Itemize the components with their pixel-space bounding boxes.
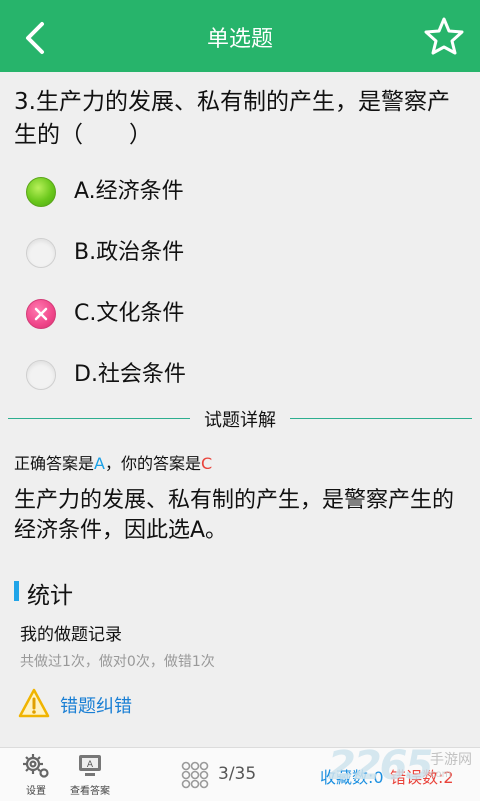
record-detail: 共做过1次，做对0次，做错1次	[20, 654, 215, 670]
explanation-heading: 试题详解	[0, 406, 480, 432]
option-label: D.社会条件	[74, 362, 186, 387]
watermark-url: com	[430, 769, 452, 780]
progress-text: 3/35	[218, 764, 257, 784]
question-text: 3.生产力的发展、私有制的产生，是警察产生的（ ）	[14, 89, 450, 148]
option-label: C.文化条件	[74, 301, 185, 326]
user-answer: C	[200, 454, 213, 473]
favorite-button[interactable]	[424, 16, 464, 56]
option-d[interactable]: D.社会条件	[26, 355, 466, 395]
stats-accent-bar	[14, 581, 19, 601]
warning-icon	[18, 688, 50, 718]
settings-label: 设置	[26, 786, 46, 797]
option-a[interactable]: A.经济条件	[26, 172, 466, 212]
top-app-bar: 单选题	[0, 0, 480, 72]
correct-answer: A	[94, 454, 105, 473]
option-c[interactable]: C.文化条件	[26, 294, 466, 334]
explanation-text: 生产力的发展、私有制的产生，是警察产生的经济条件，因此选A。	[14, 488, 455, 543]
gear-icon	[23, 754, 49, 778]
report-error-label: 错题纠错	[60, 696, 132, 717]
option-b[interactable]: B.政治条件	[26, 233, 466, 273]
option-label: B.政治条件	[74, 240, 185, 265]
watermark-name: 手游网	[430, 752, 472, 768]
page-title: 单选题	[206, 27, 273, 52]
radio-empty-icon	[26, 238, 56, 268]
answer-screen-icon: A	[79, 755, 101, 776]
watermark-logo: 2265	[328, 743, 433, 789]
settings-button[interactable]: 设置	[10, 752, 62, 798]
correct-radio-icon	[26, 177, 56, 207]
view-answer-label: 查看答案	[70, 786, 110, 797]
answer-summary: 正确答案是A，你的答案是C	[14, 450, 212, 474]
stats-heading: 统计	[27, 583, 73, 609]
site-watermark: 2265 手游网 com	[328, 741, 478, 799]
answer-prefix: 正确答案是	[14, 454, 95, 473]
star-outline-icon	[424, 17, 464, 55]
radio-empty-icon	[26, 360, 56, 390]
wrong-radio-icon	[26, 299, 56, 329]
record-title: 我的做题记录	[20, 625, 122, 645]
option-label: A.经济条件	[74, 179, 184, 204]
view-answer-button[interactable]: A 查看答案	[64, 752, 116, 798]
grid-icon	[181, 761, 209, 789]
answer-mid: ，你的答案是	[104, 454, 201, 473]
svg-text:A: A	[87, 760, 94, 770]
